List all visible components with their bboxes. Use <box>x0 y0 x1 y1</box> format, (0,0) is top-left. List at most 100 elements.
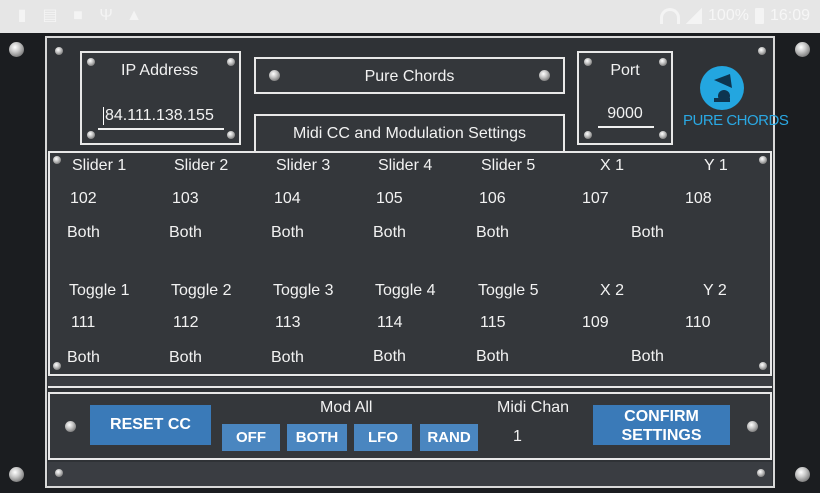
rivet-icon <box>757 469 765 477</box>
trash-icon: ▤ <box>42 7 58 24</box>
android-icon: ▲ <box>126 7 142 24</box>
rivet-icon <box>87 58 95 66</box>
ip-address-label: IP Address <box>121 62 199 79</box>
y2-cc[interactable]: 110 <box>685 314 711 332</box>
toggle-5-label: Toggle 5 <box>478 282 539 299</box>
ip-address-input[interactable]: 84.111.138.155 <box>105 107 214 125</box>
slider-1-mode[interactable]: Both <box>67 224 100 242</box>
slider-2-cc[interactable]: 103 <box>172 190 199 208</box>
slider-5-mode[interactable]: Both <box>476 224 509 242</box>
pin-icon: ▮ <box>17 7 27 24</box>
rivet-icon <box>795 467 810 482</box>
slider-1-cc[interactable]: 102 <box>70 190 97 208</box>
port-underline <box>598 126 654 128</box>
rivet-icon <box>9 42 24 57</box>
rivet-icon <box>55 47 63 55</box>
status-bar-notifications: ▮ ▤ ■ Ψ ▲ <box>14 7 142 25</box>
wifi-icon <box>660 8 681 24</box>
ip-address-box: IP Address 84.111.138.155 <box>80 51 241 145</box>
slider-3-label: Slider 3 <box>276 157 331 174</box>
slider-1-label: Slider 1 <box>72 157 127 174</box>
app-title-box: Pure Chords <box>254 57 565 94</box>
toggle-3-cc[interactable]: 113 <box>275 314 301 332</box>
y2-label: Y 2 <box>703 282 727 299</box>
midi-chan-label: Midi Chan <box>497 399 570 416</box>
slider-4-label: Slider 4 <box>378 157 433 174</box>
app-root: ▮ ▤ ■ Ψ ▲ 100% 16:09 IP Address 84.111.1… <box>0 0 820 493</box>
toggle-4-label: Toggle 4 <box>375 282 436 299</box>
x2-cc[interactable]: 109 <box>582 314 609 332</box>
rivet-icon <box>227 131 235 139</box>
port-label: Port <box>610 62 640 79</box>
rivet-icon <box>584 131 592 139</box>
xy1-mode[interactable]: Both <box>631 224 664 242</box>
toggle-2-label: Toggle 2 <box>171 282 232 299</box>
toggle-3-label: Toggle 3 <box>273 282 334 299</box>
clock: 16:09 <box>769 7 810 24</box>
mod-off-button[interactable]: OFF <box>222 424 280 451</box>
gramophone-logo-icon <box>700 66 744 110</box>
x1-label: X 1 <box>600 157 625 174</box>
toggle-5-cc[interactable]: 115 <box>480 314 506 332</box>
confirm-line-1: CONFIRM <box>624 408 699 425</box>
app-title: Pure Chords <box>364 68 455 85</box>
settings-title-box: Midi CC and Modulation Settings <box>254 114 565 152</box>
rivet-icon <box>53 362 61 370</box>
logo-text: PURE CHORDS <box>683 112 789 129</box>
y1-cc[interactable]: 108 <box>685 190 712 208</box>
slider-2-label: Slider 2 <box>174 157 229 174</box>
mod-lfo-button[interactable]: LFO <box>354 424 412 451</box>
toggle-1-cc[interactable]: 111 <box>71 314 95 332</box>
reset-cc-button[interactable]: RESET CC <box>90 405 211 445</box>
cc-mapping-panel <box>48 151 772 376</box>
rivet-icon <box>55 469 63 477</box>
rivet-icon <box>9 467 24 482</box>
rivet-icon <box>747 421 758 432</box>
confirm-line-2: SETTINGS <box>621 427 702 444</box>
port-box: Port 9000 <box>577 51 673 145</box>
battery-percent: 100% <box>708 7 749 24</box>
toggle-1-mode[interactable]: Both <box>67 349 100 367</box>
y1-label: Y 1 <box>704 157 728 174</box>
slider-3-cc[interactable]: 104 <box>274 190 301 208</box>
facebook-icon: ■ <box>73 7 83 24</box>
slider-2-mode[interactable]: Both <box>169 224 202 242</box>
slider-5-cc[interactable]: 106 <box>479 190 506 208</box>
slider-4-mode[interactable]: Both <box>373 224 406 242</box>
x1-cc[interactable]: 107 <box>582 190 609 208</box>
toggle-1-label: Toggle 1 <box>69 282 130 299</box>
toggle-5-mode[interactable]: Both <box>476 348 509 366</box>
slider-4-cc[interactable]: 105 <box>376 190 403 208</box>
slider-3-mode[interactable]: Both <box>271 224 304 242</box>
port-input[interactable]: 9000 <box>579 105 671 123</box>
rivet-icon <box>659 131 667 139</box>
toggle-4-cc[interactable]: 114 <box>377 314 403 332</box>
usb-icon: Ψ <box>99 7 113 24</box>
signal-icon <box>686 8 703 24</box>
mod-rand-button[interactable]: RAND <box>420 424 478 451</box>
status-bar-system: 100% 16:09 <box>660 7 810 25</box>
x2-label: X 2 <box>600 282 625 299</box>
status-bar: ▮ ▤ ■ Ψ ▲ 100% 16:09 <box>0 0 820 33</box>
slider-5-label: Slider 5 <box>481 157 536 174</box>
rivet-icon <box>53 156 61 164</box>
rivet-icon <box>795 42 810 57</box>
separator-strip <box>48 377 772 388</box>
rivet-icon <box>65 421 76 432</box>
battery-icon <box>754 8 764 24</box>
rivet-icon <box>758 47 766 55</box>
toggle-2-mode[interactable]: Both <box>169 349 202 367</box>
toggle-4-mode[interactable]: Both <box>373 348 406 366</box>
confirm-settings-button[interactable]: CONFIRM SETTINGS <box>593 405 730 445</box>
rivet-icon <box>759 362 767 370</box>
midi-chan-value[interactable]: 1 <box>513 428 522 446</box>
mod-both-button[interactable]: BOTH <box>287 424 347 451</box>
text-cursor <box>103 107 104 125</box>
toggle-3-mode[interactable]: Both <box>271 349 304 367</box>
xy2-mode[interactable]: Both <box>631 348 664 366</box>
toggle-2-cc[interactable]: 112 <box>173 314 199 332</box>
rivet-icon <box>87 131 95 139</box>
ip-underline <box>98 128 224 130</box>
settings-title: Midi CC and Modulation Settings <box>292 125 526 142</box>
mod-all-label: Mod All <box>320 399 373 416</box>
